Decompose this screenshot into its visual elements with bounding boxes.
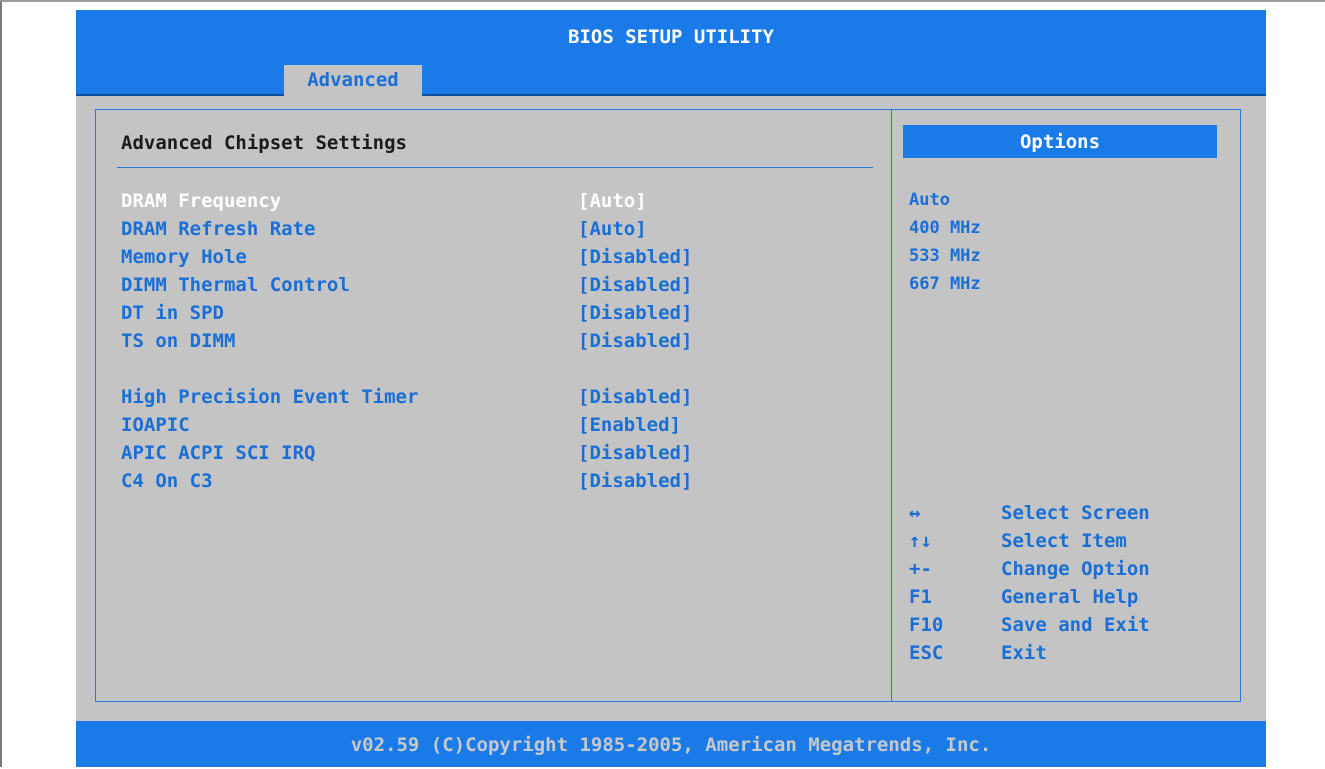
section-title: Advanced Chipset Settings [121,132,407,154]
setting-label-hpet[interactable]: High Precision Event Timer [121,386,418,408]
tab-advanced[interactable]: Advanced [284,65,422,96]
main-frame: Advanced Chipset Settings DRAM Frequency… [95,109,1241,702]
window-left-border [0,0,2,767]
left-right-arrow-icon: ↔ [909,502,921,524]
setting-value-ts-on-dimm[interactable]: [Disabled] [578,330,692,352]
panel-divider [891,110,892,701]
help-general-help: General Help [1001,586,1139,608]
setting-label-c4-on-c3[interactable]: C4 On C3 [121,470,213,492]
setting-value-ioapic[interactable]: [Enabled] [578,414,681,436]
help-exit: Exit [1001,642,1047,664]
setting-value-hpet[interactable]: [Disabled] [578,386,692,408]
help-key-f10: F10 [909,614,944,636]
setting-label-memory-hole[interactable]: Memory Hole [121,246,247,268]
setting-label-dt-in-spd[interactable]: DT in SPD [121,302,224,324]
setting-value-memory-hole[interactable]: [Disabled] [578,246,692,268]
setting-value-dram-refresh-rate[interactable]: [Auto] [578,218,647,240]
tab-bar: Advanced [76,56,1266,96]
title-bar: BIOS SETUP UTILITY [76,10,1266,56]
help-select-item: Select Item [1001,530,1127,552]
setting-label-dram-refresh-rate[interactable]: DRAM Refresh Rate [121,218,315,240]
bios-screen: BIOS SETUP UTILITY Advanced Advanced Chi… [76,10,1266,767]
setting-value-dram-frequency[interactable]: [Auto] [578,190,647,212]
setting-value-dt-in-spd[interactable]: [Disabled] [578,302,692,324]
setting-label-apic-acpi-sci-irq[interactable]: APIC ACPI SCI IRQ [121,442,315,464]
setting-label-dimm-thermal-control[interactable]: DIMM Thermal Control [121,274,350,296]
setting-value-dimm-thermal-control[interactable]: [Disabled] [578,274,692,296]
setting-value-c4-on-c3[interactable]: [Disabled] [578,470,692,492]
option-item-400mhz[interactable]: 400 MHz [909,218,981,238]
option-item-auto[interactable]: Auto [909,190,950,210]
setting-label-ioapic[interactable]: IOAPIC [121,414,190,436]
copyright-footer: v02.59 (C)Copyright 1985-2005, American … [76,721,1266,767]
options-header: Options [903,125,1217,158]
section-divider [117,167,873,168]
help-key-f1: F1 [909,586,932,608]
help-change-option: Change Option [1001,558,1150,580]
window-top-border [0,0,1325,2]
option-item-533mhz[interactable]: 533 MHz [909,246,981,266]
up-down-arrow-icon: ↑↓ [909,530,932,552]
setting-label-ts-on-dimm[interactable]: TS on DIMM [121,330,235,352]
setting-label-dram-frequency[interactable]: DRAM Frequency [121,190,281,212]
help-key-plus-minus: +- [909,558,932,580]
help-select-screen: Select Screen [1001,502,1150,524]
help-save-and-exit: Save and Exit [1001,614,1150,636]
help-key-esc: ESC [909,642,944,664]
option-item-667mhz[interactable]: 667 MHz [909,274,981,294]
setting-value-apic-acpi-sci-irq[interactable]: [Disabled] [578,442,692,464]
